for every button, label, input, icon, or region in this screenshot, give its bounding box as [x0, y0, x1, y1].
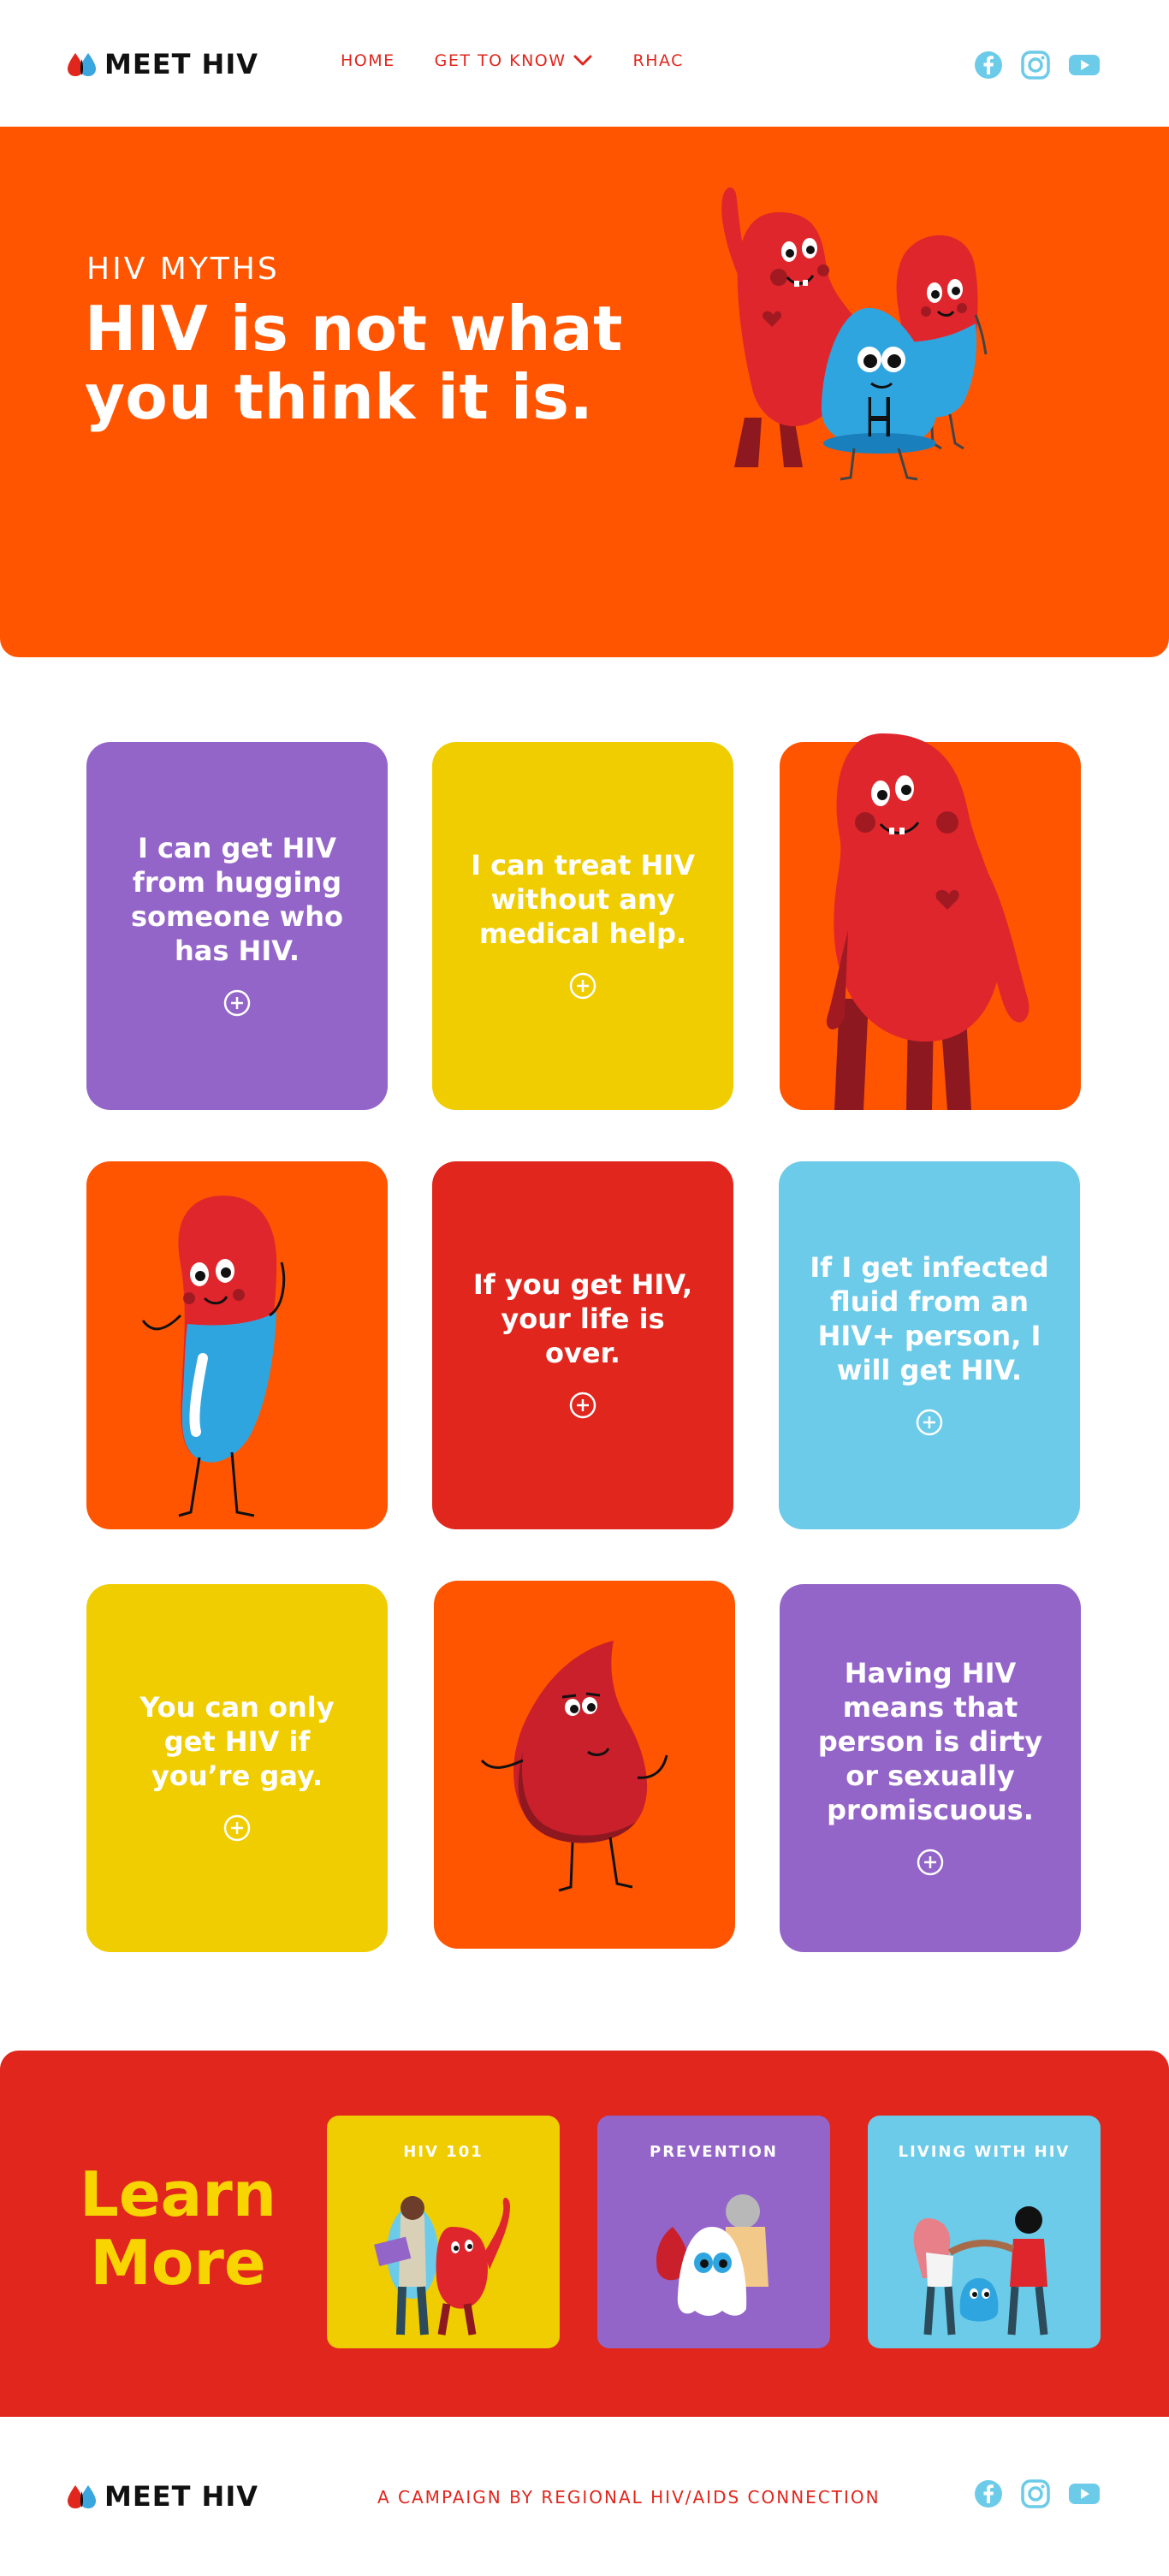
myth-card-hugging[interactable]: I can get HIV from hugging someone who h…	[86, 742, 388, 1110]
hero-banner: HIV MYTHS HIV is not what you think it i…	[0, 127, 1169, 657]
myth-card-dirty[interactable]: Having HIV means that person is dirty or…	[780, 1584, 1081, 1952]
myth-text: If I get infected fluid from an HIV+ per…	[810, 1251, 1049, 1386]
blood-drops-icon	[67, 2484, 98, 2509]
blood-drops-icon	[67, 51, 98, 77]
hero-kicker: HIV MYTHS	[86, 252, 280, 287]
plus-circle-icon[interactable]	[568, 971, 597, 1004]
prevention-illustration	[656, 2194, 768, 2316]
brand-name: MEET HIV	[104, 48, 258, 80]
chevron-down-icon	[573, 55, 592, 67]
myth-text: Having HIV means that person is dirty or…	[817, 1657, 1043, 1826]
nav-rhac-label: RHAC	[632, 51, 684, 70]
myth-card-only-gay[interactable]: You can only get HIV if you’re gay.	[86, 1584, 388, 1952]
nav-home[interactable]: HOME	[341, 51, 395, 70]
illustration-card-drop	[434, 1581, 735, 1949]
blood-drop-character-illustration	[480, 1641, 668, 1892]
learn-more-section: Learn More HIV 101 PREVENTION LIVING WIT…	[0, 2051, 1169, 2417]
youtube-icon[interactable]	[1068, 53, 1101, 77]
illustration-card-capsule	[86, 1161, 388, 1529]
plus-circle-icon[interactable]	[915, 1408, 944, 1440]
myth-card-treat[interactable]: I can treat HIV without any medical help…	[432, 742, 733, 1110]
site-footer: MEET HIV A CAMPAIGN BY REGIONAL HIV/AIDS…	[0, 2417, 1169, 2576]
illustration-card-red-blob	[780, 733, 1081, 1110]
learn-card-label: PREVENTION	[650, 2143, 778, 2161]
facebook-icon[interactable]	[974, 2479, 1003, 2508]
plus-circle-icon[interactable]	[916, 1848, 945, 1880]
myth-card-infected-fluid[interactable]: If I get infected fluid from an HIV+ per…	[779, 1161, 1080, 1529]
myth-text: I can treat HIV without any medical help…	[471, 849, 695, 950]
myth-text: If you get HIV, your life is over.	[472, 1268, 693, 1369]
footer-brand-name: MEET HIV	[104, 2480, 258, 2513]
myth-card-life-over[interactable]: If you get HIV, your life is over.	[432, 1161, 733, 1529]
main-nav: HOME GET TO KNOW RHAC	[341, 51, 684, 70]
nav-rhac[interactable]: RHAC	[633, 51, 684, 70]
learn-card-label: LIVING WITH HIV	[898, 2143, 1071, 2161]
plus-circle-icon[interactable]	[223, 1813, 252, 1846]
site-logo[interactable]: MEET HIV	[67, 48, 258, 80]
facebook-icon[interactable]	[974, 50, 1003, 80]
capsule-character-illustration	[141, 1196, 286, 1517]
instagram-icon[interactable]	[1020, 50, 1051, 80]
footer-social-links	[974, 2478, 1101, 2509]
plus-circle-icon[interactable]	[223, 988, 252, 1021]
youtube-icon[interactable]	[1068, 2482, 1101, 2506]
hiv-101-illustration	[374, 2196, 510, 2336]
site-header: MEET HIV HOME GET TO KNOW RHAC	[0, 0, 1169, 127]
learn-card-label: HIV 101	[403, 2143, 484, 2161]
footer-tagline: A CAMPAIGN BY REGIONAL HIV/AIDS CONNECTI…	[377, 2487, 881, 2508]
learn-more-title: Learn More	[79, 2158, 277, 2299]
learn-card-prevention[interactable]: PREVENTION	[597, 2116, 830, 2348]
learn-card-living-with-hiv[interactable]: LIVING WITH HIV	[868, 2116, 1101, 2348]
nav-home-label: HOME	[341, 51, 395, 70]
footer-logo[interactable]: MEET HIV	[67, 2480, 258, 2513]
social-links	[974, 50, 1101, 80]
red-blob-character-illustration	[826, 733, 1030, 1110]
nav-get-to-know[interactable]: GET TO KNOW	[435, 51, 592, 70]
learn-card-hiv-101[interactable]: HIV 101	[327, 2116, 560, 2348]
plus-circle-icon[interactable]	[568, 1391, 597, 1423]
instagram-icon[interactable]	[1020, 2478, 1051, 2509]
hero-headline: HIV is not what you think it is.	[85, 293, 623, 433]
living-with-hiv-illustration	[913, 2206, 1048, 2336]
nav-get-to-know-label: GET TO KNOW	[434, 51, 567, 70]
myth-text: You can only get HIV if you’re gay.	[139, 1691, 335, 1792]
hero-characters-illustration	[721, 187, 988, 481]
myth-text: I can get HIV from hugging someone who h…	[130, 832, 343, 967]
